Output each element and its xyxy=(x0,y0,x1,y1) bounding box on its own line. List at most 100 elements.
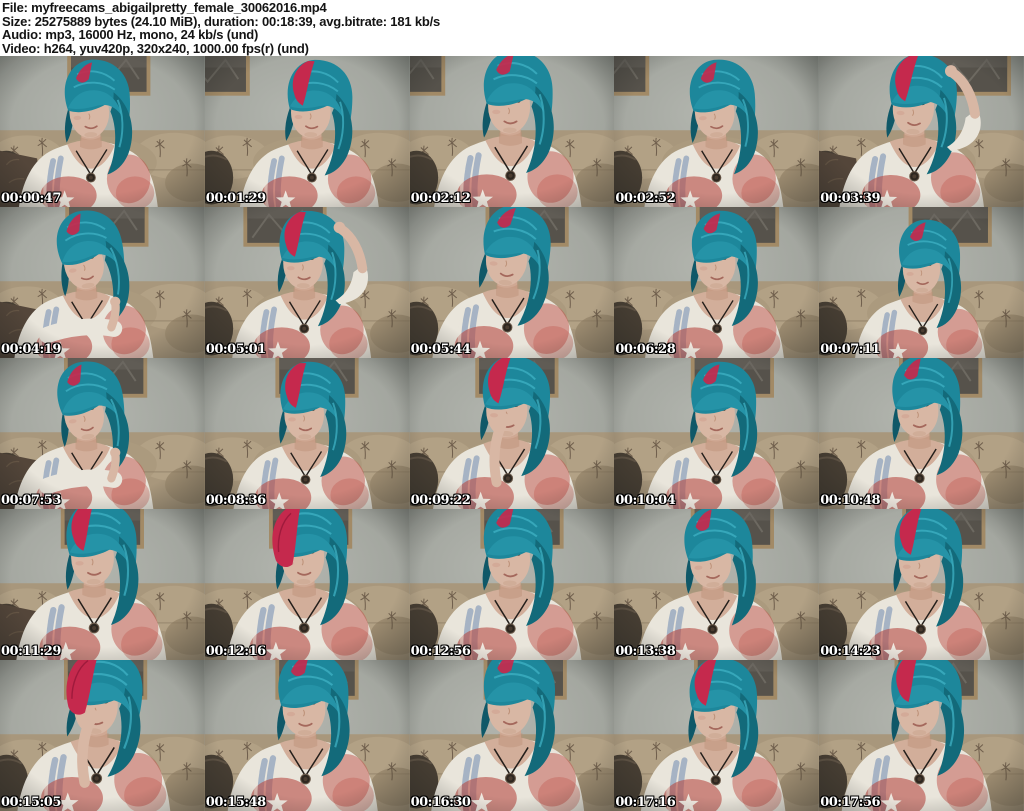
file-info-line-video: Video: h264, yuv420p, 320x240, 1000.00 f… xyxy=(2,41,309,57)
timestamp-overlay: 00:07:11 xyxy=(820,342,881,357)
vignette xyxy=(409,56,615,207)
thumbnail-image xyxy=(0,509,205,660)
thumbnail-image xyxy=(819,358,1024,509)
video-thumbnail: 00:17:16 xyxy=(614,660,820,811)
video-thumbnail: 00:04:19 xyxy=(0,207,205,358)
thumbnail-image xyxy=(0,207,205,358)
timestamp-overlay: 00:11:29 xyxy=(1,644,61,659)
timestamp-overlay: 00:02:52 xyxy=(615,191,676,206)
vignette xyxy=(0,358,205,509)
video-thumbnail: 00:13:38 xyxy=(614,509,820,660)
thumbnail-image xyxy=(614,509,820,660)
thumbnail-image xyxy=(819,660,1024,811)
video-thumbnail: 00:08:36 xyxy=(204,358,410,509)
file-info-header: File: myfreecams_abigailpretty_female_30… xyxy=(0,0,1024,56)
video-thumbnail: 00:01:29 xyxy=(204,56,410,207)
timestamp-overlay: 00:15:48 xyxy=(205,795,266,810)
thumbnail-image xyxy=(819,509,1024,660)
thumbnail-image xyxy=(204,509,410,660)
thumbnail-image xyxy=(614,207,820,358)
timestamp-overlay: 00:10:04 xyxy=(615,493,676,508)
vignette xyxy=(0,56,205,207)
timestamp-overlay: 00:04:19 xyxy=(1,342,61,357)
vignette xyxy=(819,358,1024,509)
thumbnail-image xyxy=(409,207,615,358)
vignette xyxy=(819,207,1024,358)
timestamp-overlay: 00:15:05 xyxy=(1,795,61,810)
file-info-line-audio: Audio: mp3, 16000 Hz, mono, 24 kb/s (und… xyxy=(2,27,259,43)
video-thumbnail: 00:05:44 xyxy=(409,207,615,358)
timestamp-overlay: 00:17:16 xyxy=(615,795,676,810)
video-thumbnail: 00:15:48 xyxy=(204,660,410,811)
video-thumbnail: 00:17:56 xyxy=(819,660,1024,811)
timestamp-overlay: 00:16:30 xyxy=(410,795,471,810)
vignette xyxy=(204,509,410,660)
thumbnail-image xyxy=(204,56,410,207)
timestamp-overlay: 00:12:56 xyxy=(410,644,471,659)
file-info-line-file: File: myfreecams_abigailpretty_female_30… xyxy=(2,0,327,15)
timestamp-overlay: 00:08:36 xyxy=(205,493,266,508)
timestamp-overlay: 00:02:12 xyxy=(410,191,471,206)
vignette xyxy=(614,509,820,660)
timestamp-overlay: 00:12:16 xyxy=(205,644,266,659)
vignette xyxy=(0,660,205,811)
video-thumbnail: 00:16:30 xyxy=(409,660,615,811)
vignette xyxy=(409,358,615,509)
vignette xyxy=(409,207,615,358)
vignette xyxy=(819,660,1024,811)
vignette xyxy=(614,56,820,207)
video-thumbnail: 00:10:48 xyxy=(819,358,1024,509)
vignette xyxy=(204,207,410,358)
video-thumbnail: 00:06:28 xyxy=(614,207,820,358)
timestamp-overlay: 00:00:47 xyxy=(1,191,61,206)
thumbnail-image xyxy=(204,660,410,811)
thumbnail-image xyxy=(0,660,205,811)
video-thumbnail: 00:00:47 xyxy=(0,56,205,207)
video-thumbnail: 00:09:22 xyxy=(409,358,615,509)
thumbnail-image xyxy=(409,56,615,207)
timestamp-overlay: 00:06:28 xyxy=(615,342,676,357)
timestamp-overlay: 00:17:56 xyxy=(820,795,881,810)
video-thumbnail: 00:07:53 xyxy=(0,358,205,509)
thumbnail-image xyxy=(204,207,410,358)
thumbnail-image xyxy=(409,358,615,509)
thumbnail-image xyxy=(0,358,205,509)
thumbnail-image xyxy=(0,56,205,207)
video-thumbnail: 00:15:05 xyxy=(0,660,205,811)
vignette xyxy=(204,660,410,811)
thumbnail-image xyxy=(614,660,820,811)
timestamp-overlay: 00:05:01 xyxy=(205,342,266,357)
video-thumbnail: 00:05:01 xyxy=(204,207,410,358)
thumbnail-image xyxy=(204,358,410,509)
vignette xyxy=(0,207,205,358)
timestamp-overlay: 00:14:23 xyxy=(820,644,881,659)
vignette xyxy=(204,358,410,509)
timestamp-overlay: 00:03:39 xyxy=(820,191,881,206)
vignette xyxy=(614,660,820,811)
thumbnail-image xyxy=(409,660,615,811)
video-thumbnail: 00:03:39 xyxy=(819,56,1024,207)
vignette xyxy=(819,509,1024,660)
video-thumbnail: 00:12:56 xyxy=(409,509,615,660)
timestamp-overlay: 00:13:38 xyxy=(615,644,676,659)
vignette xyxy=(409,509,615,660)
vignette xyxy=(819,56,1024,207)
video-thumbnail: 00:12:16 xyxy=(204,509,410,660)
video-thumbnail: 00:14:23 xyxy=(819,509,1024,660)
timestamp-overlay: 00:05:44 xyxy=(410,342,471,357)
timestamp-overlay: 00:09:22 xyxy=(410,493,471,508)
timestamp-overlay: 00:01:29 xyxy=(205,191,266,206)
video-thumbnail: 00:02:12 xyxy=(409,56,615,207)
thumbnail-image xyxy=(614,56,820,207)
video-thumbnail: 00:10:04 xyxy=(614,358,820,509)
file-info-line-size: Size: 25275889 bytes (24.10 MiB), durati… xyxy=(2,13,441,29)
vignette xyxy=(204,56,410,207)
video-thumbnail: 00:07:11 xyxy=(819,207,1024,358)
timestamp-overlay: 00:07:53 xyxy=(1,493,61,508)
video-thumbnail: 00:02:52 xyxy=(614,56,820,207)
vignette xyxy=(0,509,205,660)
video-thumbnail: 00:11:29 xyxy=(0,509,205,660)
thumbnail-image xyxy=(819,207,1024,358)
timestamp-overlay: 00:10:48 xyxy=(820,493,881,508)
thumbnail-grid: 00:00:47 00:01:29 00:02:12 00:02:52 00:0… xyxy=(0,56,1024,811)
